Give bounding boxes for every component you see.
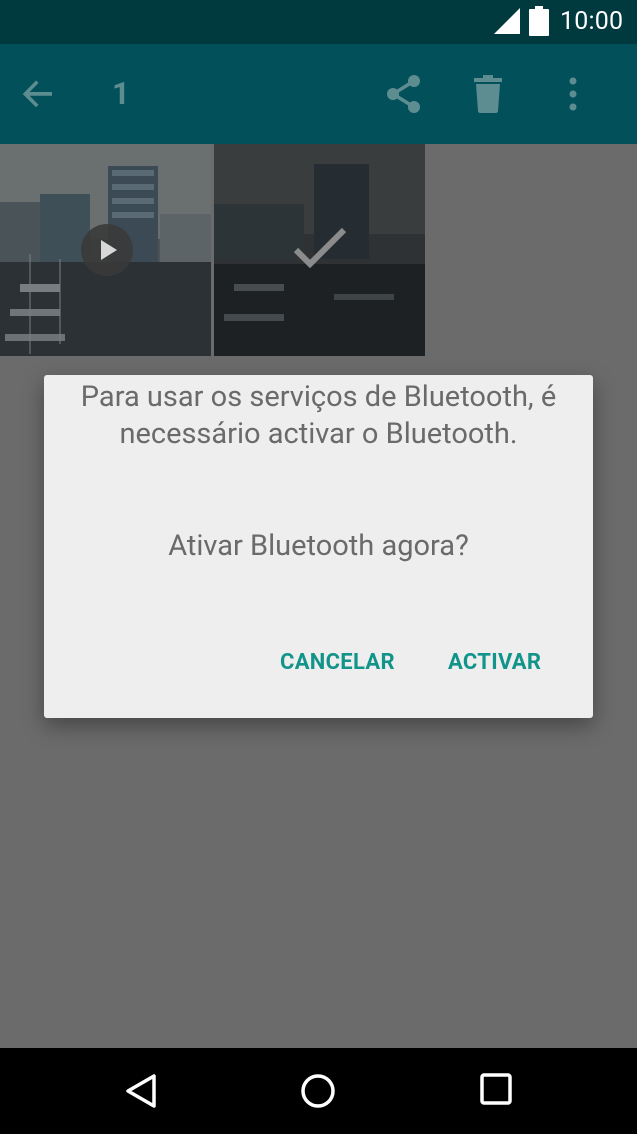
delete-icon[interactable] [472,75,504,113]
share-icon[interactable] [384,74,424,114]
nav-home-icon[interactable] [300,1073,336,1109]
battery-icon [529,6,549,36]
activate-button[interactable]: ACTIVAR [448,645,541,681]
back-arrow-icon[interactable] [20,76,56,112]
action-bar: 1 [0,44,637,144]
status-bar: 10:00 [0,0,637,44]
check-icon [293,227,347,269]
signal-icon [494,8,520,34]
gallery-item-photo-selected[interactable] [214,144,425,356]
play-icon [81,224,133,276]
more-vert-icon[interactable] [560,76,586,112]
bluetooth-dialog: Para usar os serviços de Bluetooth, é ne… [44,375,593,718]
nav-back-icon[interactable] [124,1073,158,1109]
selected-count: 1 [112,75,130,112]
cancel-button[interactable]: CANCELAR [280,645,395,681]
gallery-item-video[interactable] [0,144,211,356]
nav-recents-icon[interactable] [480,1073,512,1105]
dialog-question: Ativar Bluetooth agora? [168,529,469,563]
navigation-bar [0,1048,637,1134]
gallery-grid [0,144,426,356]
dialog-message: Para usar os serviços de Bluetooth, é ne… [80,380,557,451]
status-time: 10:00 [560,7,624,36]
screen: 10:00 1 Para usar os serviços de Bluetoo… [0,0,637,1134]
